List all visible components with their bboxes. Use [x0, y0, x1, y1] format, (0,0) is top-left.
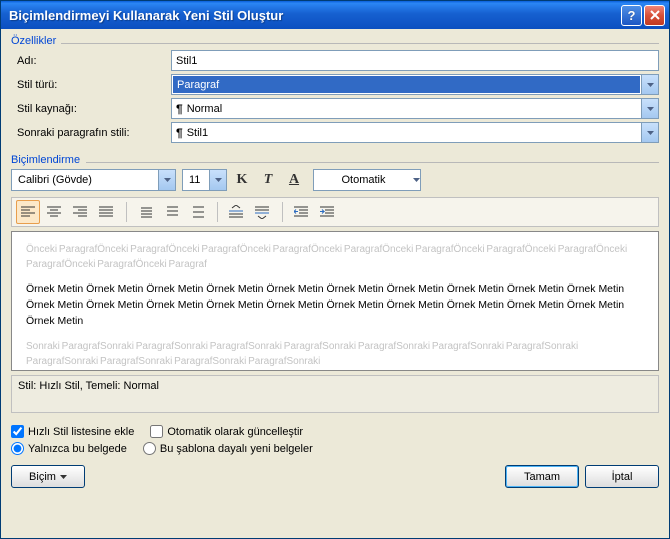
source-combo[interactable]: ¶ Normal — [171, 98, 659, 119]
chevron-down-icon — [60, 475, 67, 479]
name-label: Adı: — [11, 55, 171, 67]
formatting-group: Biçimlendirme Calibri (Gövde) 11 K T A O… — [11, 154, 659, 413]
indent-decrease-icon — [294, 206, 308, 218]
line-spacing-2-button[interactable] — [185, 200, 209, 224]
next-value: Stil1 — [187, 127, 208, 139]
font-name-value: Calibri (Gövde) — [12, 174, 158, 186]
style-description: Stil: Hızlı Stil, Temeli: Normal — [11, 375, 659, 413]
align-center-button[interactable] — [42, 200, 66, 224]
autoupdate-label: Otomatik olarak güncelleştir — [167, 426, 303, 438]
space-before-icon — [229, 205, 243, 219]
space-after-icon — [255, 205, 269, 219]
italic-button[interactable]: T — [257, 169, 279, 191]
help-button[interactable]: ? — [621, 5, 642, 26]
pilcrow-icon: ¶ — [176, 126, 183, 140]
thisdoc-label: Yalnızca bu belgede — [28, 443, 127, 455]
font-color-value: Otomatik — [314, 174, 413, 186]
spacing-wide-icon — [190, 206, 204, 218]
align-right-icon — [73, 206, 87, 218]
next-combo[interactable]: ¶ Stil1 — [171, 122, 659, 143]
align-justify-icon — [99, 206, 113, 218]
align-right-button[interactable] — [68, 200, 92, 224]
font-color-combo[interactable]: Otomatik — [313, 169, 421, 191]
align-center-icon — [47, 206, 61, 218]
options-area: Hızlı Stil listesine ekle Otomatik olara… — [11, 425, 659, 455]
format-label: Biçim — [29, 471, 56, 483]
source-value: Normal — [187, 103, 222, 115]
decrease-indent-button[interactable] — [289, 200, 313, 224]
preview-before: Önceki ParagrafÖnceki ParagrafÖnceki Par… — [26, 242, 644, 272]
chevron-down-icon — [413, 178, 420, 182]
indent-increase-icon — [320, 206, 334, 218]
type-combo[interactable]: Paragraf — [171, 74, 659, 95]
increase-indent-button[interactable] — [315, 200, 339, 224]
ok-button[interactable]: Tamam — [505, 465, 579, 488]
type-label: Stil türü: — [11, 79, 171, 91]
align-left-icon — [21, 206, 35, 218]
source-label: Stil kaynağı: — [11, 103, 171, 115]
quicklist-label: Hızlı Stil listesine ekle — [28, 426, 134, 438]
properties-group: Özellikler Adı: Stil türü: Paragraf Stil… — [11, 35, 659, 146]
chevron-down-icon — [209, 170, 226, 190]
template-radio[interactable]: Bu şablona dayalı yeni belgeler — [143, 442, 313, 455]
pilcrow-icon: ¶ — [176, 102, 183, 116]
titlebar: Biçimlendirmeyi Kullanarak Yeni Stil Olu… — [1, 1, 669, 29]
align-left-button[interactable] — [16, 200, 40, 224]
template-label: Bu şablona dayalı yeni belgeler — [160, 443, 313, 455]
formatting-legend: Biçimlendirme — [11, 154, 80, 166]
paragraph-toolbar — [11, 197, 659, 227]
align-justify-button[interactable] — [94, 200, 118, 224]
close-button[interactable] — [644, 5, 665, 26]
chevron-down-icon — [158, 170, 175, 190]
preview-box: Önceki ParagrafÖnceki ParagrafÖnceki Par… — [11, 231, 659, 371]
quicklist-check[interactable]: Hızlı Stil listesine ekle — [11, 425, 134, 438]
underline-button[interactable]: A — [283, 169, 305, 191]
chevron-down-icon — [641, 123, 658, 142]
type-value: Paragraf — [177, 79, 219, 91]
line-spacing-1-button[interactable] — [133, 200, 157, 224]
format-button[interactable]: Biçim — [11, 465, 85, 488]
font-size-value: 11 — [183, 174, 209, 186]
cancel-button[interactable]: İptal — [585, 465, 659, 488]
bold-button[interactable]: K — [231, 169, 253, 191]
preview-sample: Örnek Metin Örnek Metin Örnek Metin Örne… — [26, 282, 644, 329]
spacing-tight-icon — [138, 206, 152, 218]
space-before-inc-button[interactable] — [224, 200, 248, 224]
name-input[interactable] — [171, 50, 659, 71]
font-size-combo[interactable]: 11 — [182, 169, 227, 191]
window-title: Biçimlendirmeyi Kullanarak Yeni Stil Olu… — [9, 8, 619, 23]
close-icon — [650, 10, 660, 20]
chevron-down-icon — [641, 75, 658, 94]
properties-legend: Özellikler — [11, 35, 56, 47]
next-label: Sonraki paragrafın stili: — [11, 127, 171, 139]
line-spacing-15-button[interactable] — [159, 200, 183, 224]
preview-after: Sonraki ParagrafSonraki ParagrafSonraki … — [26, 339, 644, 369]
font-toolbar: Calibri (Gövde) 11 K T A Otomatik — [11, 169, 659, 191]
chevron-down-icon — [641, 99, 658, 118]
autoupdate-check[interactable]: Otomatik olarak güncelleştir — [150, 425, 303, 438]
font-name-combo[interactable]: Calibri (Gövde) — [11, 169, 176, 191]
thisdoc-radio[interactable]: Yalnızca bu belgede — [11, 442, 127, 455]
space-before-dec-button[interactable] — [250, 200, 274, 224]
spacing-medium-icon — [164, 206, 178, 218]
